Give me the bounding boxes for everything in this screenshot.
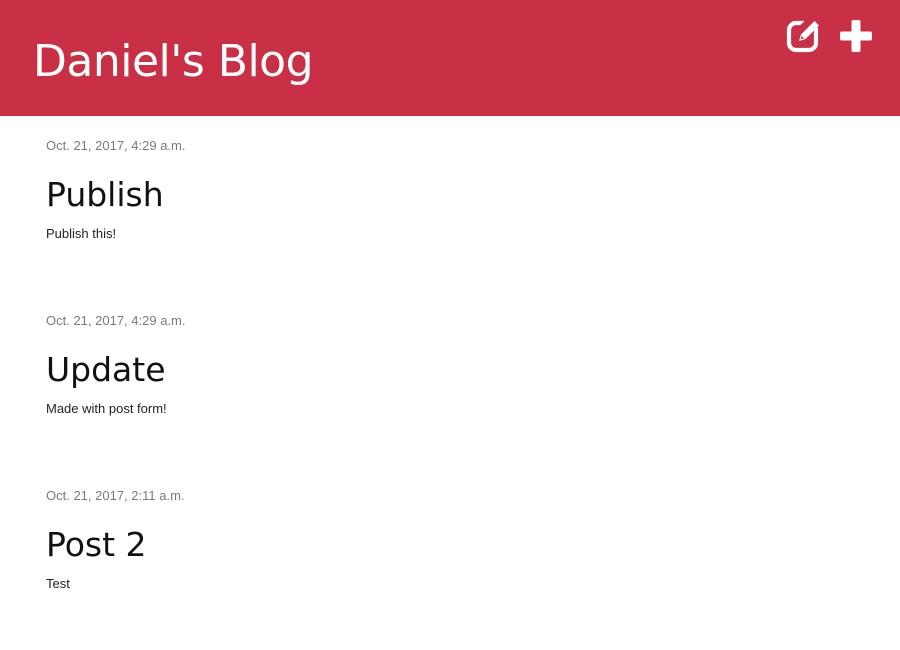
post-title-link[interactable]: Post 2 <box>46 524 147 566</box>
post-text: Test <box>46 576 70 591</box>
post-title-link[interactable]: Update <box>46 349 166 391</box>
post-item: Oct. 21, 2017, 2:11 a.m. Post 2 Test <box>46 466 866 641</box>
page-header: Daniel's Blog <box>0 0 900 116</box>
post-item: Oct. 21, 2017, 4:29 a.m. Publish Publish… <box>46 116 866 291</box>
post-list: Oct. 21, 2017, 4:29 a.m. Publish Publish… <box>46 116 866 641</box>
post-text: Made with post form! <box>46 401 167 416</box>
post-title-link[interactable]: Publish <box>46 174 164 216</box>
plus-icon[interactable] <box>838 18 874 54</box>
post-text: Publish this! <box>46 226 117 241</box>
blog-title-link[interactable]: Daniel's Blog <box>33 34 314 90</box>
edit-icon[interactable] <box>786 18 822 54</box>
post-date: Oct. 21, 2017, 4:29 a.m. <box>46 313 186 328</box>
post-item: Oct. 21, 2017, 4:29 a.m. Update Made wit… <box>46 291 866 466</box>
post-date: Oct. 21, 2017, 4:29 a.m. <box>46 138 186 153</box>
post-date: Oct. 21, 2017, 2:11 a.m. <box>46 488 185 503</box>
